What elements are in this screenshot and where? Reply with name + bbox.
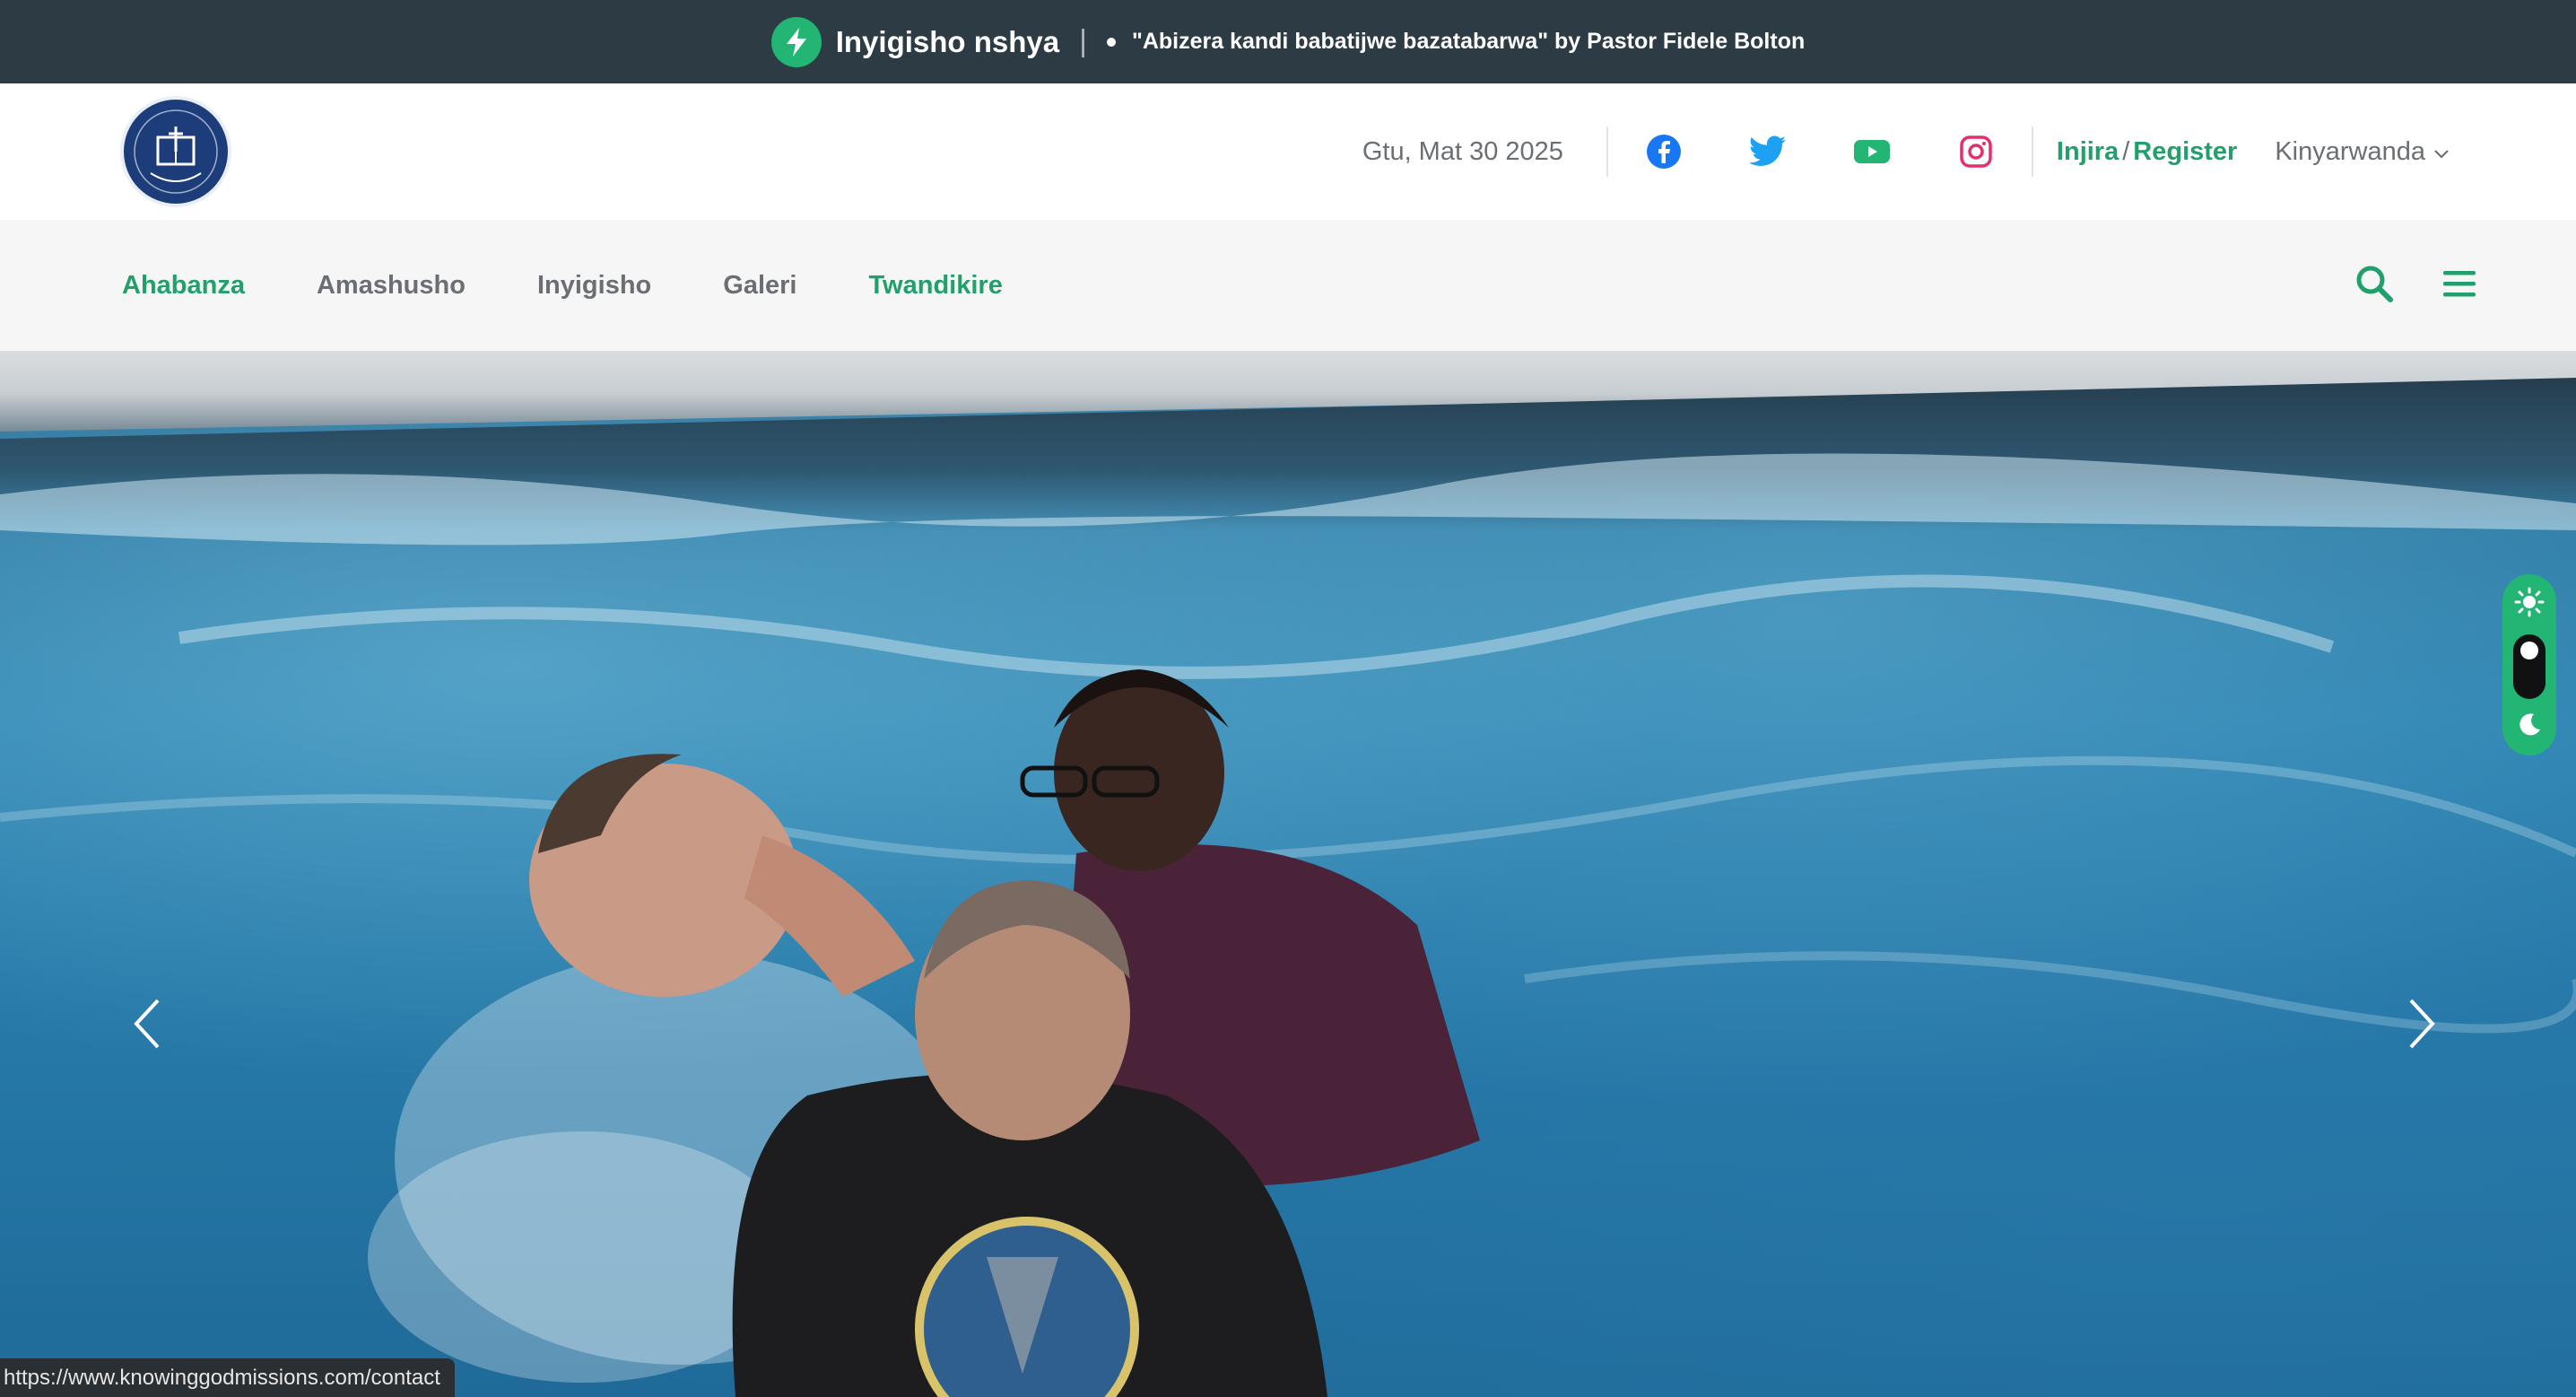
nav-item-ahabanza[interactable]: Ahabanza [122,271,245,301]
page: Inyigisho nshya | "Abizera kandi babatij… [0,0,2576,1397]
moon-icon[interactable] [2516,712,2543,743]
toggle-switch[interactable] [2513,634,2546,699]
social-links [1644,132,1996,171]
announcement-ticker-link[interactable]: "Abizera kandi babatijwe bazatabarwa" by… [1132,29,1805,55]
hamburger-menu-icon[interactable] [2441,268,2477,303]
auth-links: Injira / Register [2057,137,2237,167]
nav-item-galeri[interactable]: Galeri [723,271,796,301]
hero-photo [0,453,2576,1397]
login-link[interactable]: Injira [2057,137,2119,166]
divider [2031,127,2033,177]
slider-next-button[interactable] [2395,988,2449,1060]
toggle-knob [2520,642,2538,659]
search-icon[interactable] [2354,263,2395,309]
instagram-icon[interactable] [1956,132,1996,171]
main-nav: Ahabanza Amashusho Inyigisho Galeri Twan… [0,220,2576,351]
current-date: Gtu, Mat 30 2025 [1362,136,1563,166]
language-selector[interactable]: Kinyarwanda [2275,137,2450,167]
nav-item-twandikire[interactable]: Twandikire [868,271,1002,301]
lightning-bolt-icon [770,16,822,67]
youtube-icon[interactable] [1852,132,1892,171]
hero-slider [0,351,2576,1397]
bullet-dot [1106,37,1116,47]
nav-items: Ahabanza Amashusho Inyigisho Galeri Twan… [122,220,1003,351]
auth-separator: / [2122,136,2130,166]
language-label: Kinyarwanda [2275,136,2425,166]
site-header: Gtu, Mat 30 2025 Injira / Register Kinya… [0,83,2576,220]
facebook-icon[interactable] [1644,132,1684,171]
header-right: Gtu, Mat 30 2025 Injira / Register Kinya… [1362,83,2450,220]
register-link[interactable]: Register [2133,137,2237,166]
twitter-icon[interactable] [1748,132,1788,171]
slider-prev-button[interactable] [120,988,174,1060]
nav-item-amashusho[interactable]: Amashusho [317,271,466,301]
announcement-separator: | [1079,24,1087,58]
chevron-down-icon [2432,137,2450,167]
sun-icon[interactable] [2514,587,2545,622]
site-logo[interactable] [120,96,231,207]
nav-tools [2354,220,2477,351]
status-url: https://www.knowinggodmissions.com/conta… [0,1358,455,1397]
announcement-label: Inyigisho nshya [835,24,1060,58]
divider [1606,127,1608,177]
nav-item-inyigisho[interactable]: Inyigisho [537,271,651,301]
theme-toggle[interactable] [2502,574,2556,755]
announcement-bar: Inyigisho nshya | "Abizera kandi babatij… [0,0,2576,83]
